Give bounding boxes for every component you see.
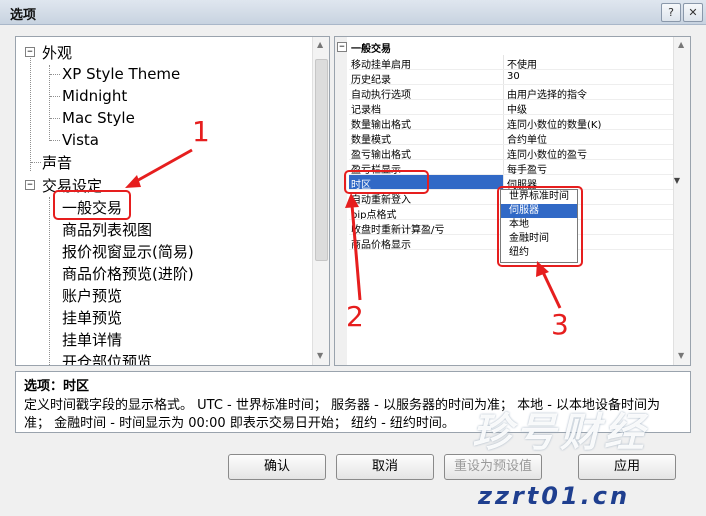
watermark-text: 珍号财经 bbox=[472, 410, 648, 456]
options-dialog: 选项 ? ✕ − 外观 XP Style Theme Midnight Mac … bbox=[0, 0, 706, 516]
annotation-number-1: 1 bbox=[192, 115, 210, 148]
annotation-number-3: 3 bbox=[551, 308, 569, 341]
annotation-number-2: 2 bbox=[346, 300, 364, 333]
watermark-url: zzrt01.cn bbox=[478, 482, 631, 510]
